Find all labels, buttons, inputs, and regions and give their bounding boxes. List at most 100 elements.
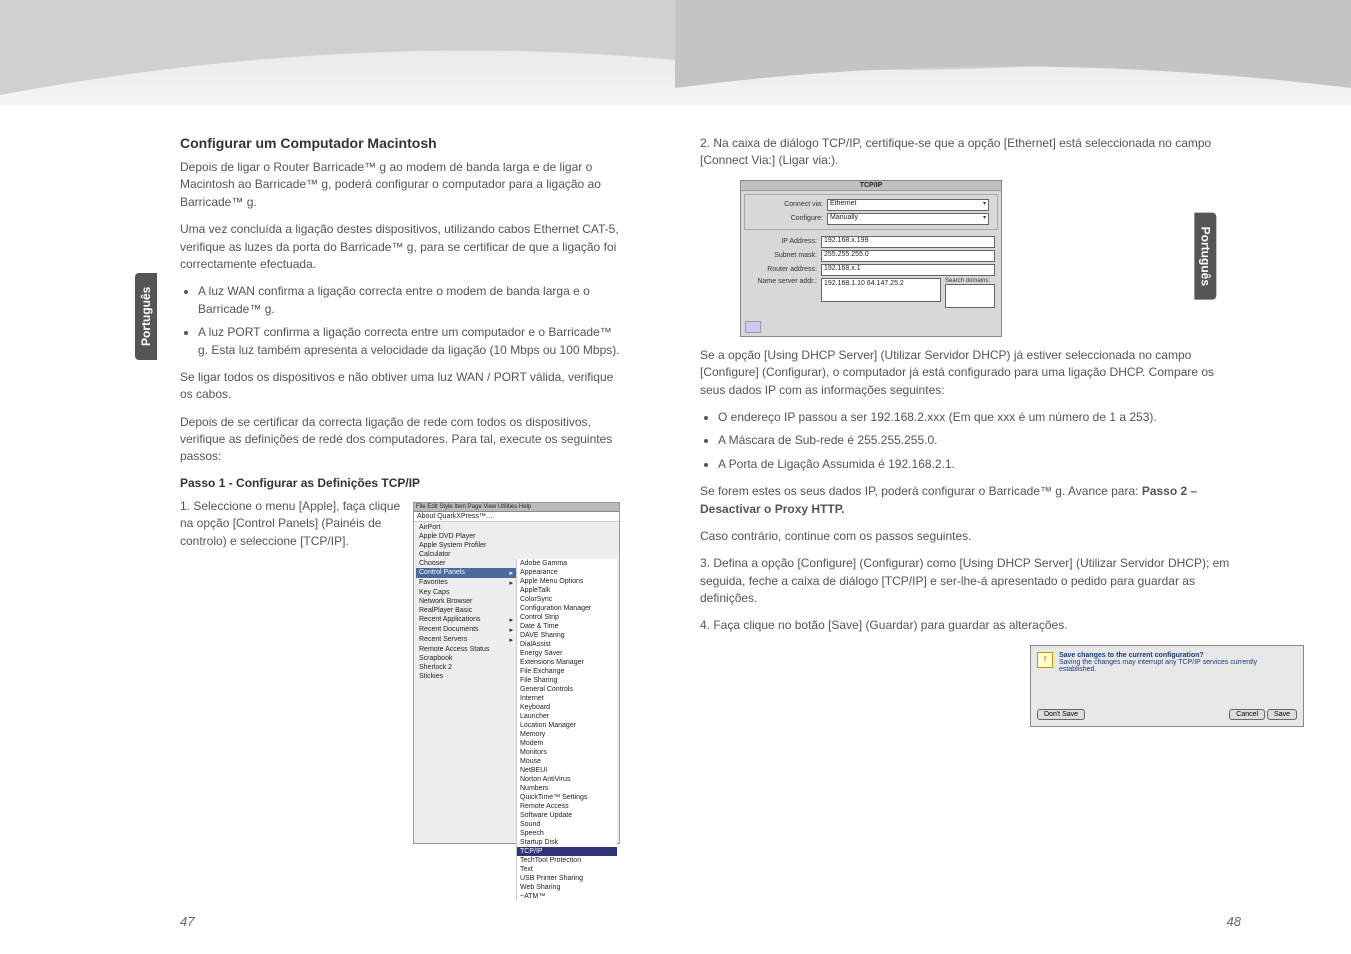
control-panel-item[interactable]: Adobe Gamma [517,559,617,568]
control-panel-item[interactable]: Control Strip [517,613,617,622]
configure-select[interactable]: Manually [827,213,989,225]
control-panel-item[interactable]: USB Printer Sharing [517,874,617,883]
step-text: 2. Na caixa de diálogo TCP/IP, certifiqu… [700,135,1240,170]
control-panel-item[interactable]: Configuration Manager [517,604,617,613]
apple-menu-item[interactable]: Favorites▸ [416,578,516,588]
paragraph: Depois de se certificar da correcta liga… [180,414,620,466]
page-number-left: 47 [180,914,194,929]
control-panel-item[interactable]: TCP/IP [517,847,617,856]
control-panel-item[interactable]: Apple Menu Options [517,577,617,586]
bullet-item: A luz WAN confirma a ligação correcta en… [198,283,620,318]
apple-menu-item[interactable]: Stickies [416,672,516,681]
apple-menu-item[interactable]: Sherlock 2 [416,663,516,672]
control-panel-item[interactable]: File Sharing [517,676,617,685]
bullet-item: A Porta de Ligação Assumida é 192.168.2.… [718,456,1240,473]
apple-menu-item[interactable]: Key Caps [416,588,516,597]
control-panel-item[interactable]: Software Update [517,811,617,820]
apple-menu-item[interactable]: Recent Servers▸ [416,635,516,645]
control-panel-item[interactable]: Energy Saver [517,649,617,658]
field-label: Router address: [747,266,817,273]
control-panel-item[interactable]: Norton AntiVirus [517,775,617,784]
nameserver-input[interactable]: 192.168.1.10 64.147.25.2 [821,278,941,302]
step-text: 4. Faça clique no botão [Save] (Guardar)… [700,617,1240,634]
bullet-item: O endereço IP passou a ser 192.168.2.xxx… [718,409,1240,426]
apple-menu-item[interactable]: Recent Applications▸ [416,615,516,625]
menu-about: About QuarkXPress™… [414,512,619,522]
control-panel-item[interactable]: AppleTalk [517,586,617,595]
control-panel-item[interactable]: TechTool Protection [517,856,617,865]
apple-menu-item[interactable]: RealPlayer Basic [416,606,516,615]
router-input[interactable]: 192.168.x.1 [821,264,995,276]
apple-menu-item[interactable]: Network Browser [416,597,516,606]
connect-via-select[interactable]: Ethernet [827,199,989,211]
control-panel-item[interactable]: Sound [517,820,617,829]
field-label: Connect via: [753,201,823,208]
control-panel-item[interactable]: Startup Disk [517,838,617,847]
apple-menu-item[interactable]: Remote Access Status [416,645,516,654]
control-panel-item[interactable]: Modem [517,739,617,748]
tcpip-dialog-screenshot: TCP/IP Connect via: Ethernet Configure: Ma… [740,180,1002,337]
control-panel-item[interactable]: Location Manager [517,721,617,730]
control-panel-item[interactable]: Remote Access [517,802,617,811]
control-panel-item[interactable]: Internet [517,694,617,703]
control-panel-item[interactable]: Monitors [517,748,617,757]
paragraph: Depois de ligar o Router Barricade™ g ao… [180,159,620,211]
control-panel-item[interactable]: Date & Time [517,622,617,631]
paragraph: Uma vez concluída a ligação destes dispo… [180,221,620,273]
control-panel-item[interactable]: ~ATM™ [517,892,617,901]
control-panel-item[interactable]: General Controls [517,685,617,694]
paragraph: Se ligar todos os dispositivos e não obt… [180,369,620,404]
control-panel-item[interactable]: Memory [517,730,617,739]
paragraph: Se a opção [Using DHCP Server] (Utilizar… [700,347,1240,399]
apple-menu-item[interactable]: Chooser [416,559,516,568]
bullet-item: A luz PORT confirma a ligação correcta e… [198,324,620,359]
control-panel-item[interactable]: Appearance [517,568,617,577]
field-label: Name server addr.: [747,278,817,285]
field-label: IP Address: [747,238,817,245]
control-panel-item[interactable]: Text [517,865,617,874]
menu-bar: File Edit Style Item Page View Utilities… [414,503,619,512]
control-panel-item[interactable]: DialAssist [517,640,617,649]
control-panel-item[interactable]: NetBEUI [517,766,617,775]
control-panel-item[interactable]: ColorSync [517,595,617,604]
apple-menu-item[interactable]: Control Panels▸ [416,568,516,578]
section-title: Configurar um Computador Macintosh [180,135,620,151]
control-panel-item[interactable]: Mouse [517,757,617,766]
cancel-button[interactable]: Cancel [1229,709,1265,720]
paragraph: Se forem estes os seus dados IP, poderá … [700,483,1240,518]
dialog-title: TCP/IP [741,181,1001,191]
page-number-right: 48 [1227,914,1241,929]
subnet-input[interactable]: 255.255.255.0 [821,250,995,262]
field-label: Subnet mask: [747,252,817,259]
control-panel-item[interactable]: Numbers [517,784,617,793]
control-panel-item[interactable]: DAVE Sharing [517,631,617,640]
control-panel-item[interactable]: Web Sharing [517,883,617,892]
step-text: 1. Seleccione o menu [Apple], faça cliqu… [180,498,415,550]
ip-input[interactable]: 192.168.x.199 [821,236,995,248]
warning-icon: ! [1037,652,1053,668]
step-text: 3. Defina a opção [Configure] (Configura… [700,555,1240,607]
apple-menu-screenshot: File Edit Style Item Page View Utilities… [413,502,620,844]
paragraph: Caso contrário, continue com os passos s… [700,528,1240,545]
apple-menu-item[interactable]: Scrapbook [416,654,516,663]
control-panel-item[interactable]: Speech [517,829,617,838]
control-panel-item[interactable]: Launcher [517,712,617,721]
control-panel-item[interactable]: Extensions Manager [517,658,617,667]
apple-menu-item[interactable]: AirPort [416,523,516,532]
step-heading: Passo 1 - Configurar as Definições TCP/I… [180,476,620,490]
apple-menu-item[interactable]: Apple System Profiler [416,541,516,550]
save-button[interactable]: Save [1267,709,1297,720]
field-label: Configure: [753,215,823,222]
dialog-submessage: Saving the changes may interrupt any TCP… [1059,659,1257,673]
search-domains-input[interactable] [945,284,995,308]
control-panel-item[interactable]: Keyboard [517,703,617,712]
control-panel-item[interactable]: QuickTime™ Settings [517,793,617,802]
apple-menu-item[interactable]: Recent Documents▸ [416,625,516,635]
dont-save-button[interactable]: Don't Save [1037,709,1085,720]
dialog-message: Save changes to the current configuratio… [1059,652,1204,659]
apple-menu-item[interactable]: Apple DVD Player [416,532,516,541]
bullet-item: A Máscara de Sub-rede é 255.255.255.0. [718,432,1240,449]
control-panel-item[interactable]: File Exchange [517,667,617,676]
apple-menu-item[interactable]: Calculator [416,550,516,559]
dialog-corner-icon[interactable] [745,321,761,333]
